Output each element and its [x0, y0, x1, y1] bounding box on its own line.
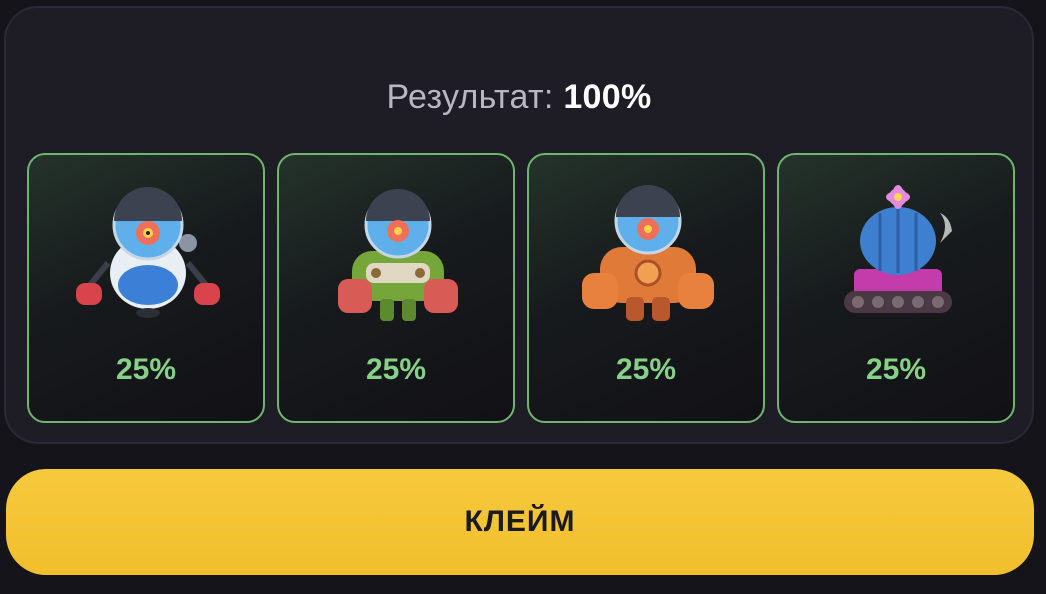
green-robot-icon — [338, 189, 458, 321]
reward-cards: 25% 25% 25% 25% — [27, 153, 1019, 423]
result-line: Результат: 100% — [6, 78, 1032, 117]
reward-percent: 25% — [865, 353, 927, 386]
results-panel: Результат: 100% 25% 25% 25% 25% — [4, 6, 1034, 444]
claim-button[interactable]: КЛЕЙМ — [6, 469, 1034, 575]
cactus-tank-icon — [844, 185, 952, 313]
reward-card-green-robot[interactable]: 25% — [277, 153, 515, 423]
orange-robot-icon — [582, 185, 714, 321]
reward-card-cactus-tank[interactable]: 25% — [777, 153, 1015, 423]
reward-card-blue-robot[interactable]: 25% — [27, 153, 265, 423]
reward-percent: 25% — [365, 353, 427, 386]
result-label: Результат: — [386, 78, 554, 116]
reward-percent: 25% — [615, 353, 677, 386]
result-value: 100% — [563, 78, 652, 116]
blue-robot-icon — [76, 187, 220, 318]
reward-card-orange-robot[interactable]: 25% — [527, 153, 765, 423]
reward-percent: 25% — [115, 353, 177, 386]
